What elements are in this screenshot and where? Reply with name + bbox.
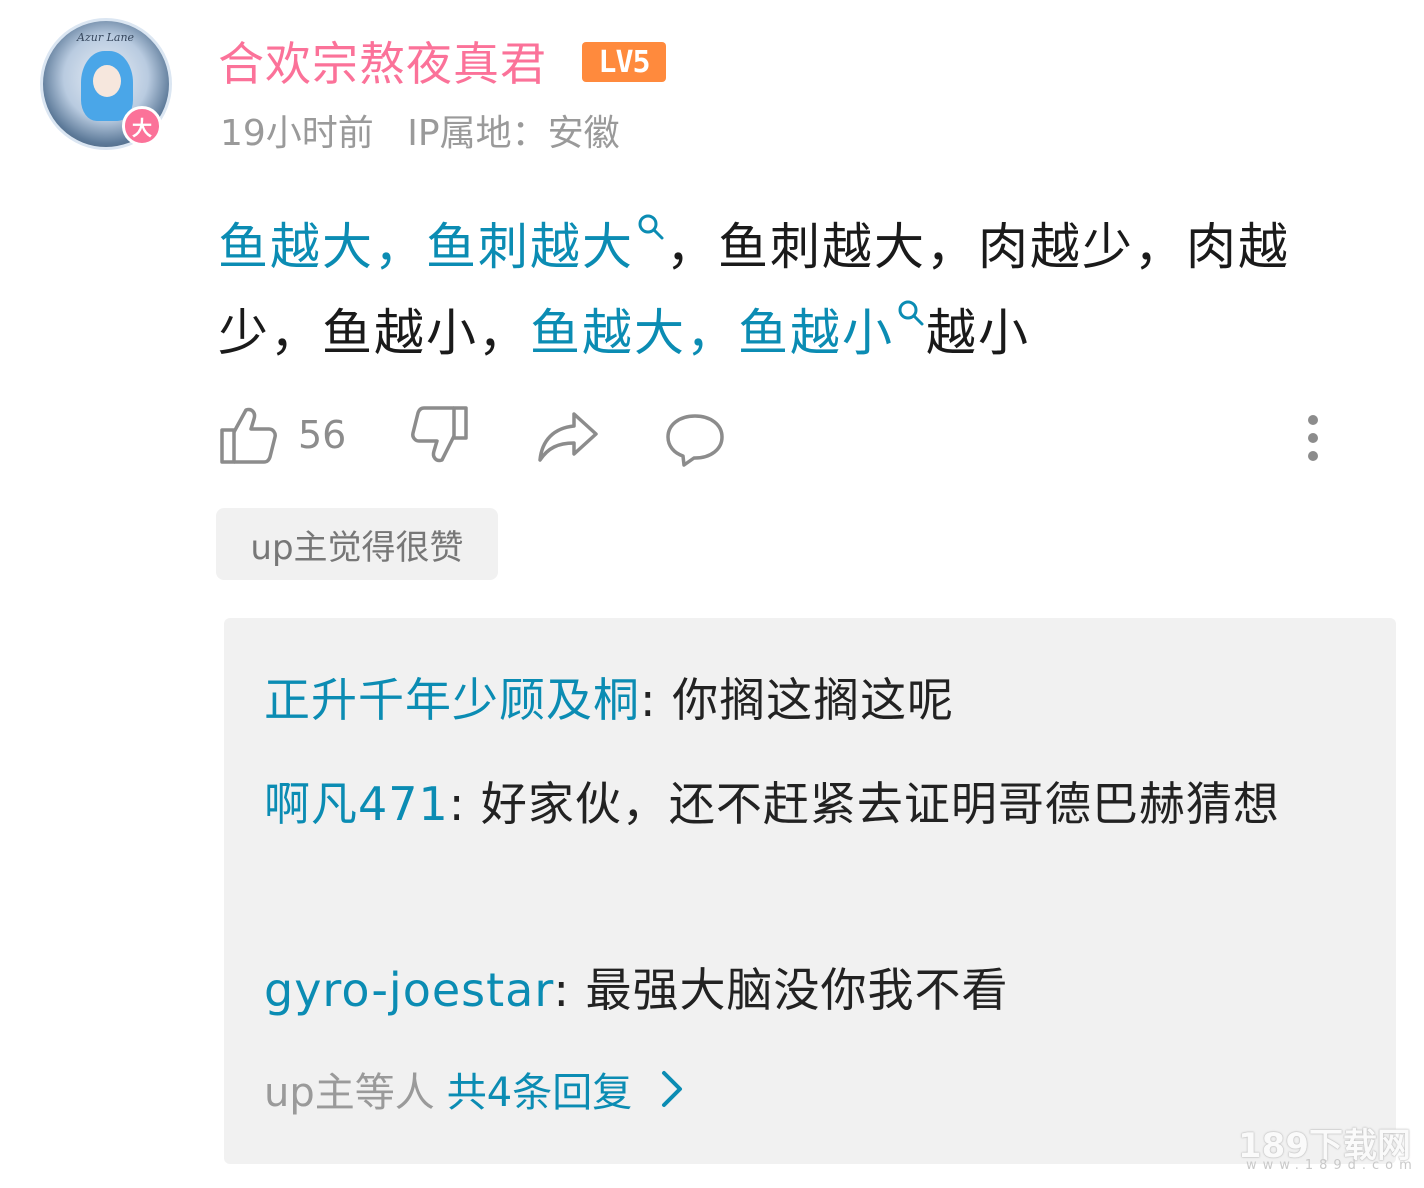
more-replies-prefix: up主等人 xyxy=(264,1070,435,1116)
reply-preview-panel[interactable]: 正升千年少顾及桐: 你搁这搁这呢 啊凡471: 好家伙，还不赶紧去证明哥德巴赫猜… xyxy=(224,618,1396,1164)
thumbs-down-icon xyxy=(411,406,468,463)
reply-button[interactable] xyxy=(664,412,726,468)
share-icon xyxy=(538,412,598,462)
reply-text: 你搁这搁这呢 xyxy=(656,673,955,727)
reply-author[interactable]: 啊凡471 xyxy=(264,777,449,831)
comment-actions: 56 xyxy=(214,404,1334,474)
reply-bubble-icon xyxy=(666,414,724,467)
reply-separator: : xyxy=(448,777,466,831)
watermark-url: www.189d.com xyxy=(1246,1158,1418,1173)
level-badge: LV5 xyxy=(582,42,666,82)
reply-separator: : xyxy=(640,673,657,727)
view-all-replies-link[interactable]: up主等人 共4条回复 xyxy=(264,1060,684,1118)
reply-text: 好家伙，还不赶紧去证明哥德巴赫猜想 xyxy=(465,777,1280,831)
reply-item[interactable]: gyro-joestar: 最强大脑没你我不看 xyxy=(264,950,1324,1030)
reply-item[interactable]: 正升千年少顾及桐: 你搁这搁这呢 xyxy=(264,660,1324,740)
avatar-badge: 大 xyxy=(122,106,162,146)
comment-text-segment: 越小 xyxy=(926,304,1030,362)
like-button[interactable]: 56 xyxy=(218,404,346,466)
search-icon[interactable] xyxy=(636,212,666,242)
avatar-ring-text: Azur Lane xyxy=(77,31,135,44)
share-button[interactable] xyxy=(536,410,600,464)
comment-time: 19小时前 xyxy=(220,113,374,154)
avatar-face xyxy=(93,65,121,97)
reply-author[interactable]: 正升千年少顾及桐 xyxy=(264,673,640,727)
reply-separator: : xyxy=(553,963,570,1017)
reply-count[interactable]: 共4条回复 xyxy=(447,1060,632,1118)
like-count: 56 xyxy=(298,413,347,457)
reply-item[interactable]: 啊凡471: 好家伙，还不赶紧去证明哥德巴赫猜想 xyxy=(264,764,1324,844)
thumbs-up-icon xyxy=(220,407,277,464)
more-vertical-icon xyxy=(1308,415,1318,461)
username[interactable]: 合欢宗熬夜真君 xyxy=(218,28,547,94)
reply-author[interactable]: gyro-joestar xyxy=(264,963,553,1017)
comment-meta: 19小时前 IP属地：安徽 xyxy=(220,104,620,156)
chevron-right-icon xyxy=(662,1071,683,1107)
up-liked-tag: up主觉得很赞 xyxy=(216,508,498,580)
search-icon[interactable] xyxy=(896,298,926,328)
more-options-button[interactable] xyxy=(1306,414,1320,464)
dislike-button[interactable] xyxy=(410,404,470,466)
comment-text: 鱼越大，鱼刺越大 ，鱼刺越大，肉越少，肉越少，鱼越小，鱼越大，鱼越小 越小 xyxy=(218,204,1358,376)
ip-location: IP属地：安徽 xyxy=(407,113,620,154)
reply-text: 最强大脑没你我不看 xyxy=(569,963,1009,1017)
search-keyword-link[interactable]: 鱼越大，鱼刺越大 xyxy=(218,218,634,276)
search-keyword-link[interactable]: 鱼越大，鱼越小 xyxy=(530,304,894,362)
